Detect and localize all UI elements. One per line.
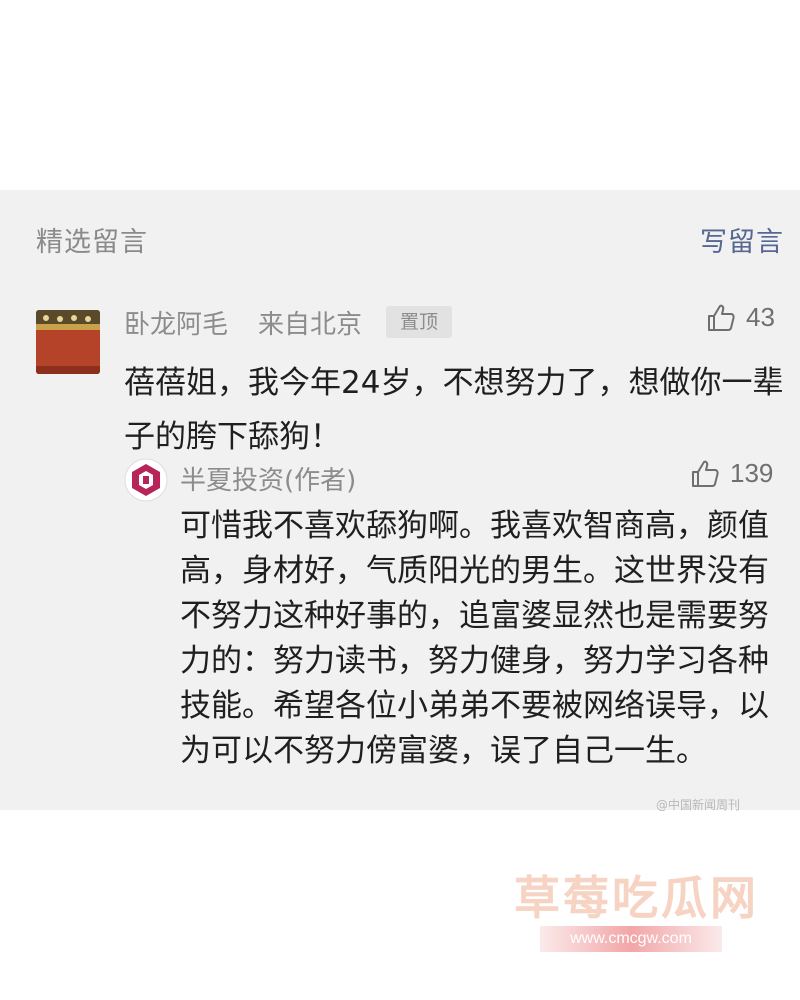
author-avatar[interactable] — [124, 458, 168, 502]
thumbs-up-icon — [692, 460, 719, 487]
hexagon-logo-avatar-icon — [124, 458, 168, 502]
commenter-location: 来自北京 — [258, 310, 363, 340]
pinned-badge: 置顶 — [386, 306, 452, 338]
comment-like-count: 43 — [746, 302, 775, 332]
comment-like-button[interactable]: 43 — [706, 302, 775, 333]
write-comment-button[interactable]: 写留言 — [700, 220, 784, 259]
commenter-avatar[interactable] — [36, 310, 100, 374]
commenter-name[interactable]: 卧龙阿毛 — [124, 304, 228, 341]
reply-text: 可惜我不喜欢舔狗啊。我喜欢智商高，颜值高，身材好，气质阳光的男生。这世界没有不努… — [180, 508, 769, 769]
section-title: 精选留言 — [36, 227, 148, 258]
reply-author-name[interactable]: 半夏投资(作者) — [180, 460, 356, 497]
palace-wall-avatar-icon — [36, 310, 100, 374]
site-brand-watermark: 草莓吃瓜网 — [514, 871, 759, 925]
site-url-watermark: www.cmcgw.com — [540, 926, 722, 952]
comments-panel: 精选留言 写留言 卧龙阿毛 来自北京 置顶 43 蓓蓓姐，我今年24岁，不想努力… — [0, 190, 800, 812]
reply-like-count: 139 — [730, 458, 774, 488]
thumbs-up-icon — [708, 304, 735, 331]
reply-like-button[interactable]: 139 — [690, 458, 773, 489]
comment-text: 蓓蓓姐，我今年24岁，不想努力了，想做你一辈子的胯下舔狗！ — [124, 365, 784, 455]
source-watermark: @中国新闻周刊 — [656, 798, 741, 812]
